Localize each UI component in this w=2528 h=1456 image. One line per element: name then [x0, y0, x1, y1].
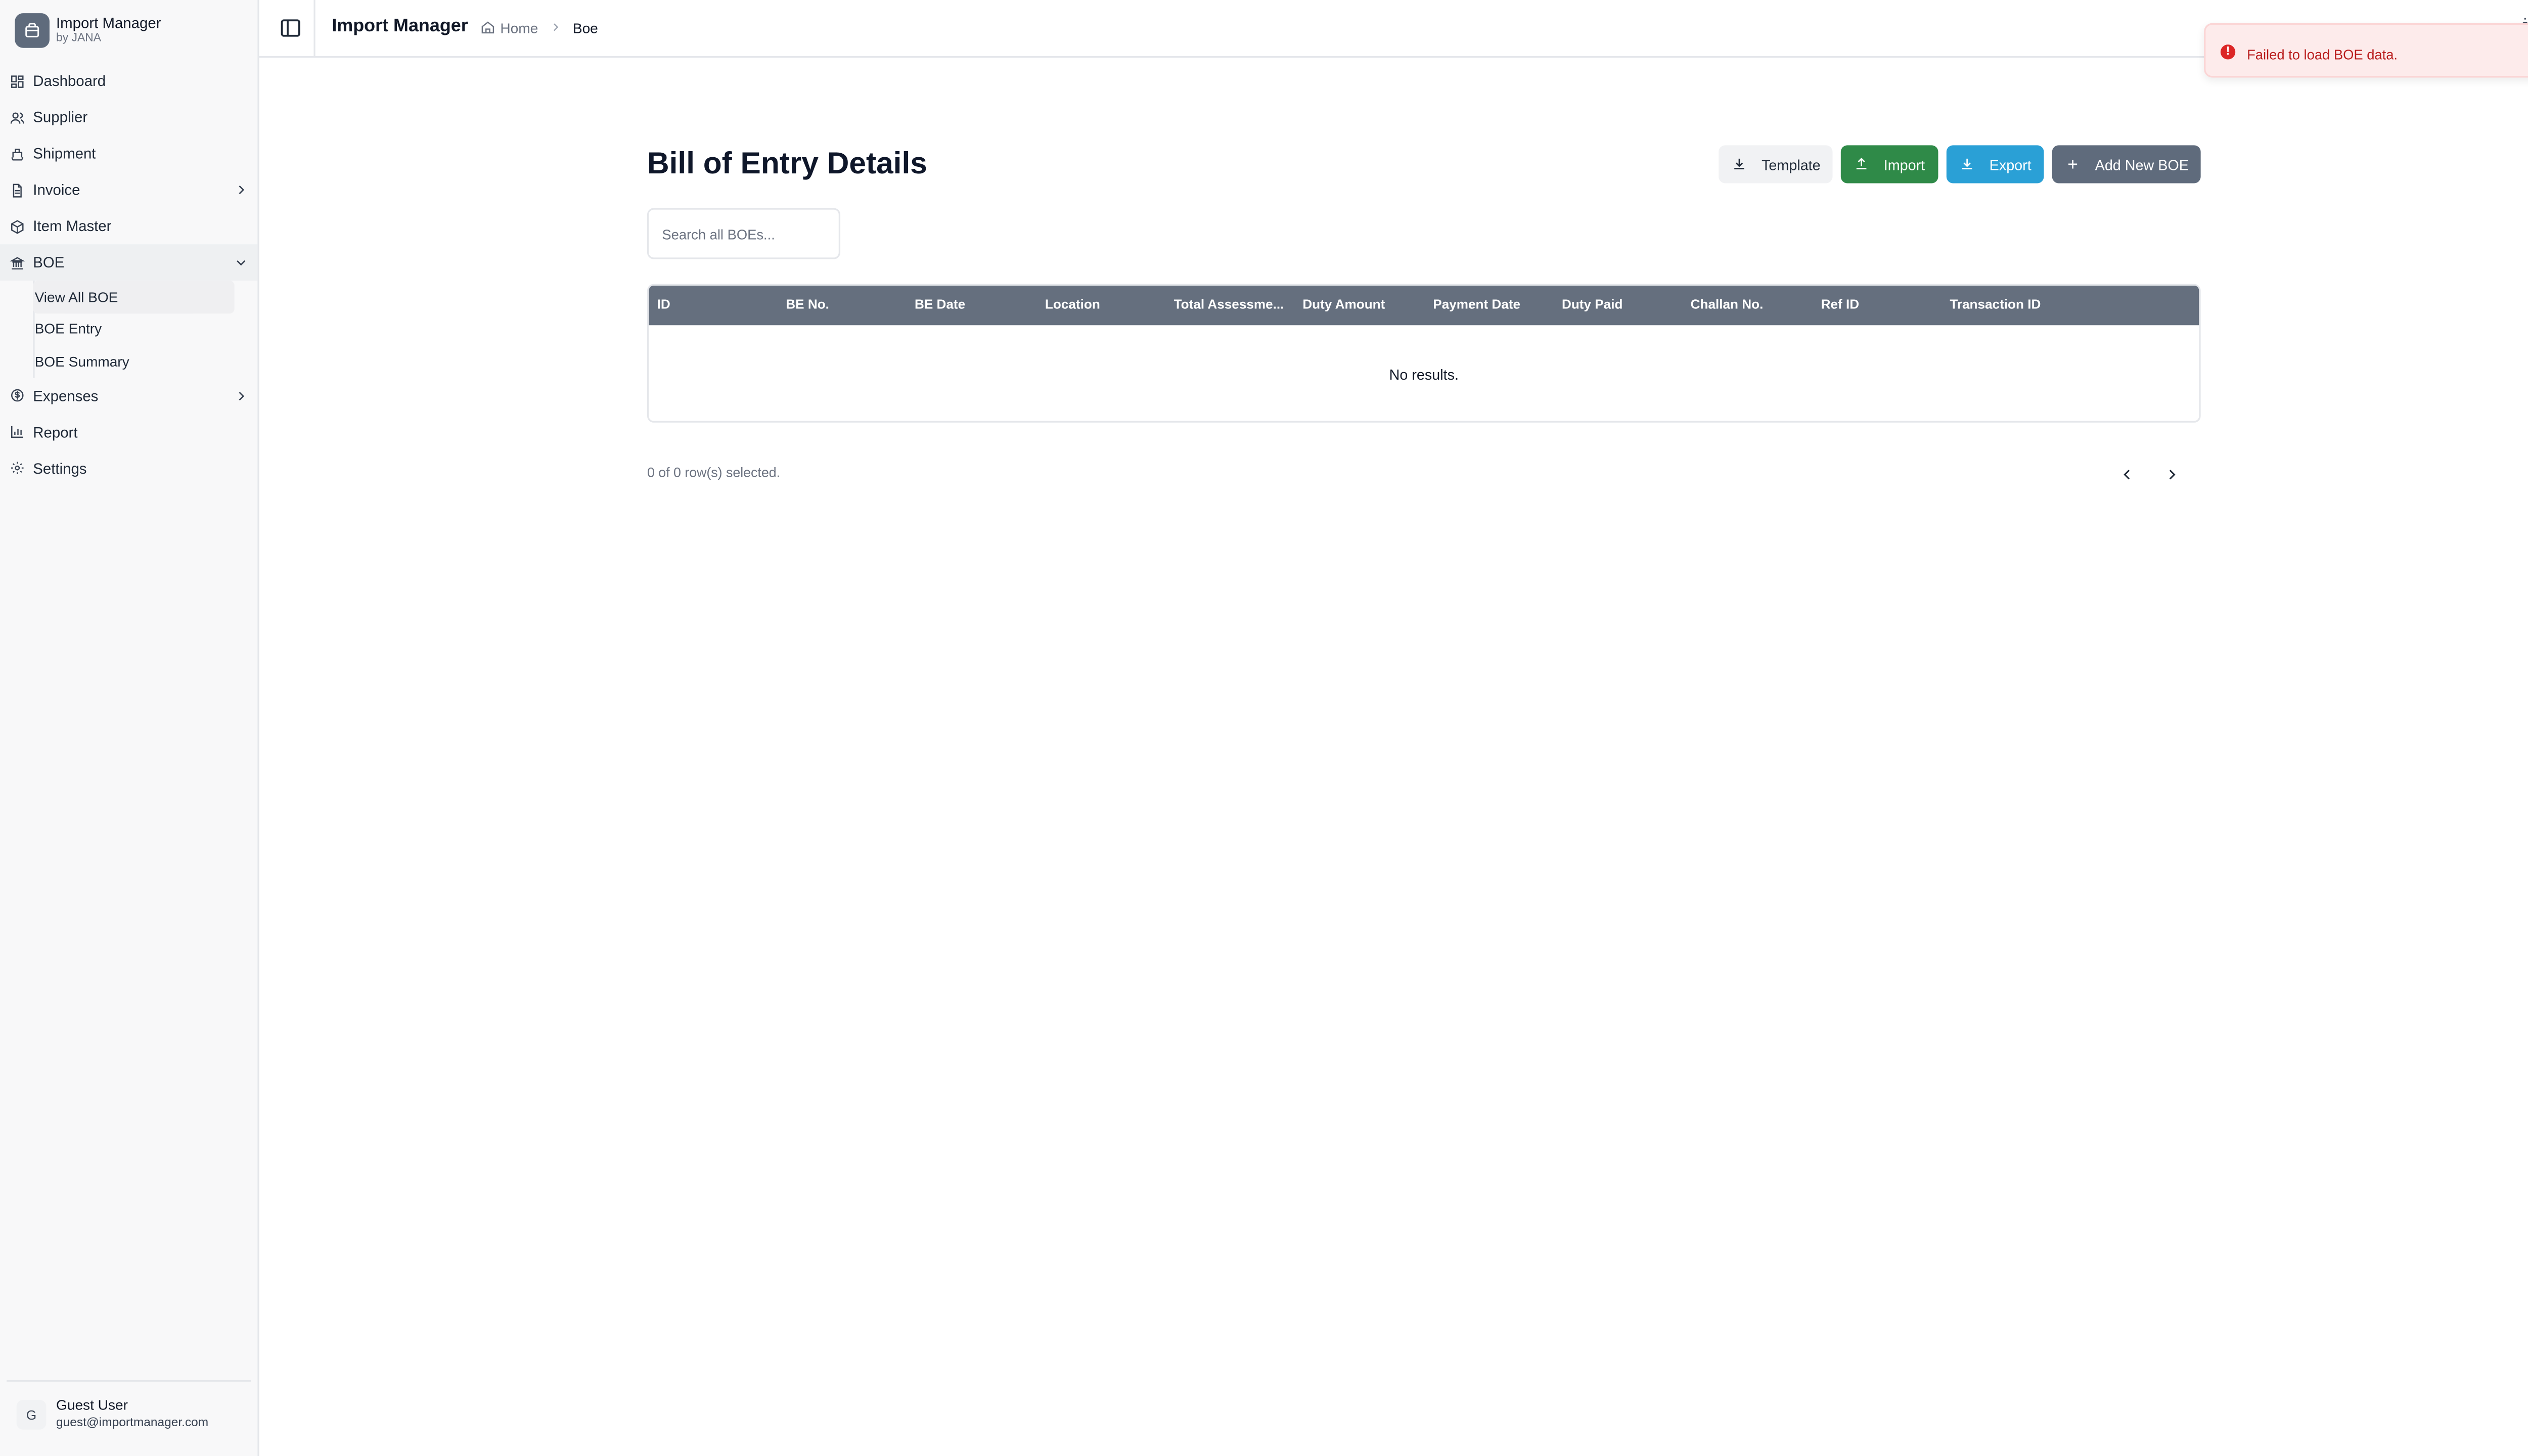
column-header[interactable]: BE No. — [786, 286, 901, 325]
column-header[interactable]: Ref ID — [1821, 286, 1937, 325]
table-header: ID BE No. BE Date Location Total Assessm… — [649, 285, 2199, 326]
column-header[interactable]: Duty Amount — [1302, 286, 1418, 325]
sidebar-item-supplier[interactable]: Supplier — [0, 99, 257, 135]
import-button-label: Import — [1883, 156, 1925, 173]
plus-icon — [2068, 160, 2078, 169]
sidebar-toggle-icon[interactable] — [279, 17, 302, 40]
search-input[interactable] — [647, 208, 841, 259]
export-button-label: Export — [1989, 156, 2032, 173]
template-button[interactable]: Template — [1719, 145, 1833, 184]
selection-count: 0 of 0 row(s) selected. — [647, 465, 781, 481]
export-button[interactable]: Export — [1946, 145, 2044, 184]
add-new-boe-label: Add New BOE — [2095, 156, 2189, 173]
sidebar-item-dashboard[interactable]: Dashboard — [0, 63, 257, 99]
previous-page-button[interactable] — [2116, 464, 2136, 484]
column-header[interactable]: BE Date — [915, 286, 1030, 325]
boe-submenu: View All BOE BOE Entry BOE Summary — [33, 281, 257, 378]
sidebar-subitem-view-all-boe[interactable]: View All BOE — [33, 281, 235, 313]
brand-name: Import Manager — [56, 14, 161, 31]
sidebar-item-expenses[interactable]: Expenses — [0, 377, 257, 414]
sidebar-item-label: Dashboard — [33, 72, 106, 89]
breadcrumb: Home Boe — [480, 19, 598, 36]
column-header[interactable]: Transaction ID — [1950, 286, 2082, 325]
sidebar-subitem-label: BOE Entry — [34, 321, 102, 337]
column-header[interactable]: Challan No. — [1691, 286, 1807, 325]
import-button[interactable]: Import — [1840, 145, 1938, 184]
breadcrumb-home[interactable]: Home — [480, 19, 538, 36]
brand-subtitle: by JANA — [56, 32, 101, 44]
chevron-left-icon — [2123, 469, 2129, 479]
sidebar-item-label: Report — [33, 423, 78, 440]
chevron-right-icon — [550, 21, 561, 33]
landmark-icon — [10, 255, 25, 269]
dollar-icon — [10, 388, 25, 402]
sidebar-nav: Dashboard Supplier Shipment Invoice Item… — [0, 63, 258, 486]
bar-chart-icon — [10, 424, 25, 439]
user-name: Guest User — [56, 1396, 128, 1414]
column-header[interactable]: Total Assessme... — [1174, 286, 1290, 325]
sidebar-item-label: Invoice — [33, 181, 80, 198]
download-icon — [1734, 158, 1744, 169]
sidebar-item-invoice[interactable]: Invoice — [0, 172, 257, 208]
user-email: guest@importmanager.com — [56, 1415, 209, 1430]
breadcrumb-home-label: Home — [500, 19, 538, 36]
boe-table: ID BE No. BE Date Location Total Assessm… — [647, 284, 2201, 423]
sidebar-item-shipment[interactable]: Shipment — [0, 135, 257, 172]
sidebar-item-settings[interactable]: Settings — [0, 450, 257, 486]
user-profile[interactable]: G Guest User guest@importmanager.com — [0, 1380, 257, 1456]
error-toast[interactable]: ! Failed to load BOE data. — [2204, 23, 2528, 78]
next-page-button[interactable] — [2161, 464, 2181, 484]
sidebar-item-label: Shipment — [33, 145, 96, 162]
add-new-boe-button[interactable]: Add New BOE — [2052, 145, 2201, 184]
brand[interactable]: Import Manager by JANA — [15, 13, 161, 48]
empty-state: No results. — [1389, 366, 1459, 382]
sidebar-item-boe[interactable]: BOE — [0, 244, 258, 281]
sidebar: Import Manager by JANA Dashboard Supplie… — [0, 0, 259, 1456]
sidebar-item-label: Settings — [33, 460, 87, 477]
sidebar-subitem-boe-entry[interactable]: BOE Entry — [33, 313, 257, 345]
column-header[interactable]: ID — [657, 286, 773, 325]
chevron-right-icon — [239, 391, 245, 400]
sidebar-item-report[interactable]: Report — [0, 414, 257, 450]
sidebar-item-label: Item Master — [33, 218, 112, 235]
column-header[interactable]: Payment Date — [1433, 286, 1549, 325]
home-icon — [481, 21, 494, 34]
package-icon — [15, 13, 50, 48]
box-icon — [10, 219, 25, 234]
page-title: Bill of Entry Details — [647, 145, 927, 180]
toast-message: Failed to load BOE data. — [2247, 45, 2398, 62]
chevron-down-icon — [237, 260, 246, 266]
dashboard-icon — [10, 73, 25, 88]
sidebar-item-item-master[interactable]: Item Master — [0, 208, 257, 244]
file-icon — [10, 183, 25, 197]
template-button-label: Template — [1762, 156, 1821, 173]
chevron-right-icon — [239, 185, 245, 195]
alert-circle-icon: ! — [2220, 44, 2236, 60]
sidebar-subitem-label: BOE Summary — [34, 352, 129, 370]
divider — [7, 1380, 251, 1382]
sidebar-item-label: BOE — [33, 254, 65, 271]
users-icon — [10, 110, 25, 124]
sidebar-item-label: Expenses — [33, 387, 99, 404]
sidebar-subitem-boe-summary[interactable]: BOE Summary — [33, 345, 257, 377]
column-header[interactable]: Duty Paid — [1562, 286, 1678, 325]
upload-icon — [1856, 157, 1867, 169]
sidebar-subitem-label: View All BOE — [34, 288, 118, 305]
ship-icon — [10, 146, 25, 161]
divider — [313, 0, 315, 57]
top-header: Import Manager Home Boe — [259, 0, 2528, 58]
sidebar-item-label: Supplier — [33, 109, 88, 126]
column-header[interactable]: Location — [1045, 286, 1161, 325]
chevron-right-icon — [2169, 469, 2175, 479]
gear-icon — [10, 461, 25, 475]
page-header-title: Import Manager — [332, 16, 468, 36]
download-icon — [1962, 158, 1972, 169]
breadcrumb-current: Boe — [572, 19, 598, 36]
avatar: G — [16, 1399, 47, 1430]
